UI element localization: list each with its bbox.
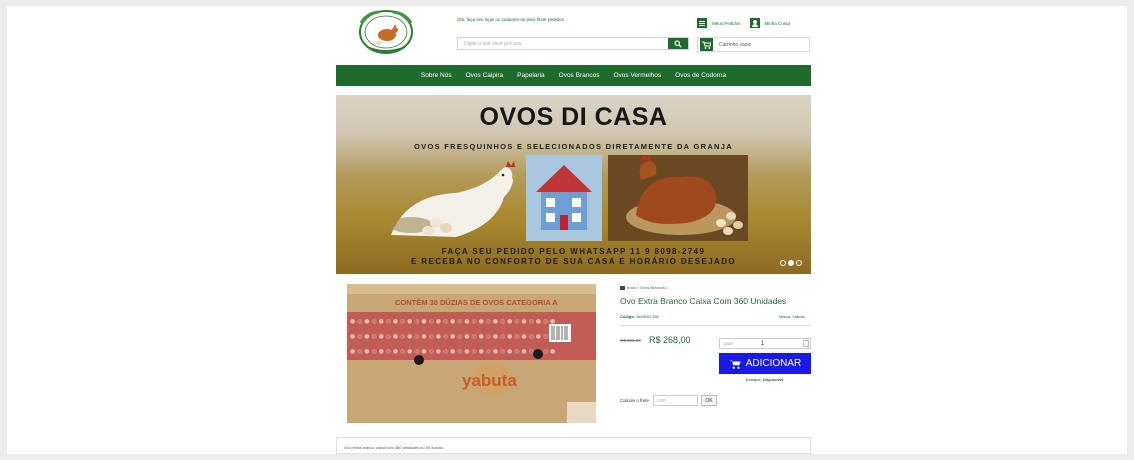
stock-value: Disponível xyxy=(762,377,784,382)
product-description: Ovo extra branco caixa com 360 unidades … xyxy=(336,437,811,454)
cart-icon xyxy=(700,38,713,51)
nav-item-ovos-brancos[interactable]: Ovos Brancos xyxy=(559,72,600,79)
svg-text:● ◎ ● ◎ ● ◎ ● ◎ ● ◎ ● ◎ ● ◎ ●: ● ◎ ● ◎ ● ◎ ● ◎ ● ◎ ● ◎ ● ◎ ● ◎ ● ◎ ● ◎ … xyxy=(350,318,555,325)
quantity-field[interactable]: Qtde 1 xyxy=(719,338,811,349)
nav-item-ovos-vermelhos[interactable]: Ovos Vermelhos xyxy=(613,72,661,79)
search-button[interactable] xyxy=(668,38,688,49)
quantity-label: Qtde xyxy=(723,341,733,346)
product-image[interactable]: ● ◎ ● ◎ ● ◎ ● ◎ ● ◎ ● ◎ ● ◎ ● ◎ ● ◎ ● ◎ … xyxy=(347,284,596,423)
quantity-value[interactable]: 1 xyxy=(761,341,764,347)
add-to-cart-label: ADICIONAR xyxy=(745,358,802,369)
folder-icon xyxy=(620,285,625,290)
logo[interactable] xyxy=(357,9,415,55)
banner-title: OVOS DI CASA xyxy=(479,103,668,131)
search-input[interactable] xyxy=(458,38,669,49)
my-orders-label: Meus Pedidos xyxy=(712,20,741,26)
old-price: R$ 293,00 xyxy=(620,338,641,343)
carousel-dots xyxy=(778,260,802,266)
product-code-value: 562/B91 250 xyxy=(636,314,659,319)
list-icon xyxy=(697,18,707,28)
freight-ok-button[interactable]: OK xyxy=(701,395,718,406)
brand-mark-text: yabuta xyxy=(462,371,517,390)
nav-item-ovos-de-codorna[interactable]: Ovos de Codorna xyxy=(675,72,726,79)
main-nav: Sobre Nós Ovos Caipira Papelaria Ovos Br… xyxy=(336,65,811,86)
product-brand: Marca: Yabuta xyxy=(779,314,805,319)
search-bar xyxy=(457,37,689,50)
banner-subtitle: OVOS FRESQUINHOS E SELECIONADOS DIRETAME… xyxy=(414,142,733,151)
cart-icon xyxy=(729,359,741,369)
breadcrumb-text: Início / Ovos Brancos / xyxy=(627,285,668,290)
add-to-cart-button[interactable]: ADICIONAR xyxy=(719,353,811,374)
breadcrumb[interactable]: Início / Ovos Brancos / xyxy=(620,285,667,290)
my-orders-link[interactable]: Meus Pedidos xyxy=(697,18,741,28)
current-price: R$ 268,00 xyxy=(649,335,691,345)
my-account-link[interactable]: Minha Conta xyxy=(749,18,791,28)
carousel-dot-1[interactable] xyxy=(780,260,786,266)
cart-widget[interactable]: Carrinho vazio xyxy=(697,37,810,52)
banner-cta: FAÇA SEU PEDIDO PELO WHATSAPP 11 9 8098-… xyxy=(336,247,811,266)
product-code-label: Código: xyxy=(620,314,636,319)
cart-label: Carrinho vazio xyxy=(719,41,752,48)
egg-box-image: ● ◎ ● ◎ ● ◎ ● ◎ ● ◎ ● ◎ ● ◎ ● ◎ ● ◎ ● ◎ … xyxy=(347,284,596,423)
nav-item-sobre-nos[interactable]: Sobre Nós xyxy=(421,72,452,79)
svg-text:● ◎ ● ◎ ● ◎ ● ◎ ● ◎ ● ◎ ● ◎ ●: ● ◎ ● ◎ ● ◎ ● ◎ ● ◎ ● ◎ ● ◎ ● ◎ ● ◎ ● ◎ … xyxy=(350,348,555,355)
account-links: Meus Pedidos Minha Conta xyxy=(697,18,799,28)
product-title: Ovo Extra Branco Caixa Com 360 Unidades xyxy=(620,296,787,306)
product-code: Código: 562/B91 250 xyxy=(620,314,659,319)
stock-status: Estoque: Disponível xyxy=(746,377,783,382)
nav-item-ovos-caipira[interactable]: Ovos Caipira xyxy=(466,72,504,79)
welcome-message[interactable]: Olá, faça seu login ou cadastre-se para … xyxy=(457,17,564,22)
quantity-stepper[interactable] xyxy=(803,340,809,347)
carousel-dot-3[interactable] xyxy=(796,260,802,266)
nav-item-papelaria[interactable]: Papelaria xyxy=(517,72,544,79)
freight-label: Calcule o frete xyxy=(620,398,650,403)
banner-cta-line2: E RECEBA NO CONFORTO DE SUA CASA E HORÁR… xyxy=(410,256,737,266)
my-account-label: Minha Conta xyxy=(764,20,791,26)
promo-banner[interactable]: OVOS DI CASA OVOS FRESQUINHOS E SELECION… xyxy=(336,95,811,274)
stock-label: Estoque: xyxy=(746,377,762,382)
freight-calculator: Calcule o frete CEP OK xyxy=(620,395,718,406)
search-icon xyxy=(674,40,682,48)
carousel-dot-2[interactable] xyxy=(788,260,794,266)
cep-input[interactable]: CEP xyxy=(653,395,699,406)
user-icon xyxy=(749,18,760,28)
divider xyxy=(620,325,811,326)
box-print-text: CONTÉM 30 DÚZIAS DE OVOS CATEGORIA A xyxy=(395,298,558,307)
banner-cta-line1: FAÇA SEU PEDIDO PELO WHATSAPP 11 9 8098-… xyxy=(441,247,706,256)
svg-text:● ◎ ● ◎ ● ◎ ● ◎ ● ◎ ● ◎ ● ◎ ●: ● ◎ ● ◎ ● ◎ ● ◎ ● ◎ ● ◎ ● ◎ ● ◎ ● ◎ ● ◎ … xyxy=(350,333,555,340)
